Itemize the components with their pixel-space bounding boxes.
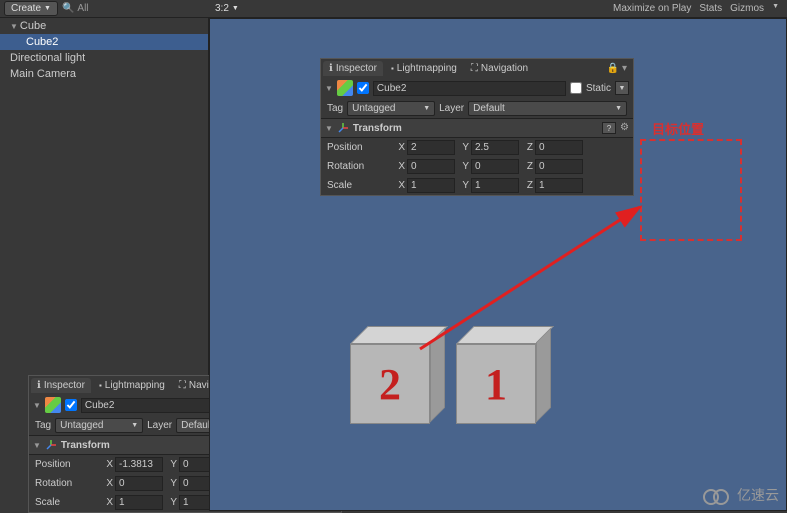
gameobject-icon — [337, 80, 353, 96]
rotation-z[interactable] — [535, 159, 583, 174]
search-icon: 🔍 — [62, 3, 74, 14]
tag-dropdown[interactable]: Untagged▼ — [347, 101, 435, 116]
transform-header[interactable]: ▼ Transform ?⚙ — [321, 118, 633, 138]
rotation-label: Rotation — [35, 478, 99, 489]
transform-icon — [45, 439, 57, 451]
menu-icon[interactable]: ▾ — [622, 63, 627, 74]
position-x[interactable] — [115, 457, 163, 472]
hierarchy-panel: ▼ Cube Cube2 Directional light Main Came… — [0, 18, 209, 511]
gear-icon[interactable]: ⚙ — [620, 122, 629, 134]
toolbar: Create▼ 🔍 All 3:2▼ Maximize on Play Stat… — [0, 0, 787, 18]
layer-label: Layer — [439, 103, 464, 114]
foldout-icon[interactable]: ▼ — [33, 401, 41, 410]
static-checkbox[interactable] — [570, 82, 582, 94]
hierarchy-item-cube[interactable]: ▼ Cube — [0, 18, 208, 34]
gameobject-icon — [45, 397, 61, 413]
rotation-x[interactable] — [115, 476, 163, 491]
name-field[interactable] — [373, 81, 566, 96]
rotation-y[interactable] — [471, 159, 519, 174]
scale-x[interactable] — [407, 178, 455, 193]
tag-label: Tag — [327, 103, 343, 114]
stats-toggle[interactable]: Stats — [699, 3, 722, 14]
cube-1: 1 — [456, 344, 536, 424]
aspect-dropdown[interactable]: 3:2▼ — [209, 3, 239, 14]
hierarchy-search[interactable]: 🔍 All — [62, 3, 89, 14]
cube-2: 2 — [350, 344, 430, 424]
scale-label: Scale — [327, 180, 391, 191]
foldout-icon[interactable]: ▼ — [325, 84, 333, 93]
tab-lightmapping[interactable]: ▪Lightmapping — [385, 61, 463, 76]
scene-view[interactable]: 2 1 目标位置 ℹInspector ▪Lightmapping ⛶Navig… — [209, 18, 787, 511]
tab-inspector[interactable]: ℹInspector — [31, 378, 91, 393]
info-icon: ℹ — [329, 63, 333, 74]
position-z[interactable] — [535, 140, 583, 155]
navigation-icon: ⛶ — [179, 380, 186, 391]
help-button[interactable]: ? — [602, 122, 616, 134]
annotation-label: 目标位置 — [652, 119, 704, 138]
hierarchy-item-camera[interactable]: Main Camera — [0, 66, 208, 82]
position-x[interactable] — [407, 140, 455, 155]
gizmos-toggle[interactable]: Gizmos — [730, 3, 764, 14]
navigation-icon: ⛶ — [471, 63, 478, 74]
scale-z[interactable] — [535, 178, 583, 193]
tab-navigation[interactable]: ⛶Navigation — [465, 61, 534, 76]
static-dropdown[interactable]: ▼ — [615, 81, 629, 95]
scale-label: Scale — [35, 497, 99, 508]
inspector-panel-top: ℹInspector ▪Lightmapping ⛶Navigation 🔒▾ … — [320, 58, 634, 196]
tab-inspector[interactable]: ℹInspector — [323, 61, 383, 76]
position-label: Position — [327, 142, 391, 153]
active-checkbox[interactable] — [65, 399, 77, 411]
tag-label: Tag — [35, 420, 51, 431]
expand-icon[interactable]: ▼ — [10, 22, 18, 31]
annotation-target-box — [640, 139, 742, 241]
transform-icon — [337, 122, 349, 134]
layer-dropdown[interactable]: Default▼ — [468, 101, 627, 116]
rotation-label: Rotation — [327, 161, 391, 172]
hierarchy-item-cube2[interactable]: Cube2 — [0, 34, 208, 50]
tag-dropdown[interactable]: Untagged▼ — [55, 418, 143, 433]
scale-x[interactable] — [115, 495, 163, 510]
watermark-icon — [703, 486, 733, 504]
tab-lightmapping[interactable]: ▪Lightmapping — [93, 378, 171, 393]
watermark: 亿速云 — [703, 485, 779, 505]
position-y[interactable] — [471, 140, 519, 155]
active-checkbox[interactable] — [357, 82, 369, 94]
layer-label: Layer — [147, 420, 172, 431]
rotation-x[interactable] — [407, 159, 455, 174]
info-icon: ℹ — [37, 380, 41, 391]
transform-label: Transform — [353, 123, 402, 134]
hierarchy-item-light[interactable]: Directional light — [0, 50, 208, 66]
transform-label: Transform — [61, 440, 110, 451]
scale-y[interactable] — [471, 178, 519, 193]
position-label: Position — [35, 459, 99, 470]
static-label: Static — [586, 83, 611, 94]
maximize-toggle[interactable]: Maximize on Play — [613, 3, 691, 14]
create-button[interactable]: Create▼ — [4, 1, 58, 16]
lock-icon[interactable]: 🔒 — [607, 63, 619, 74]
